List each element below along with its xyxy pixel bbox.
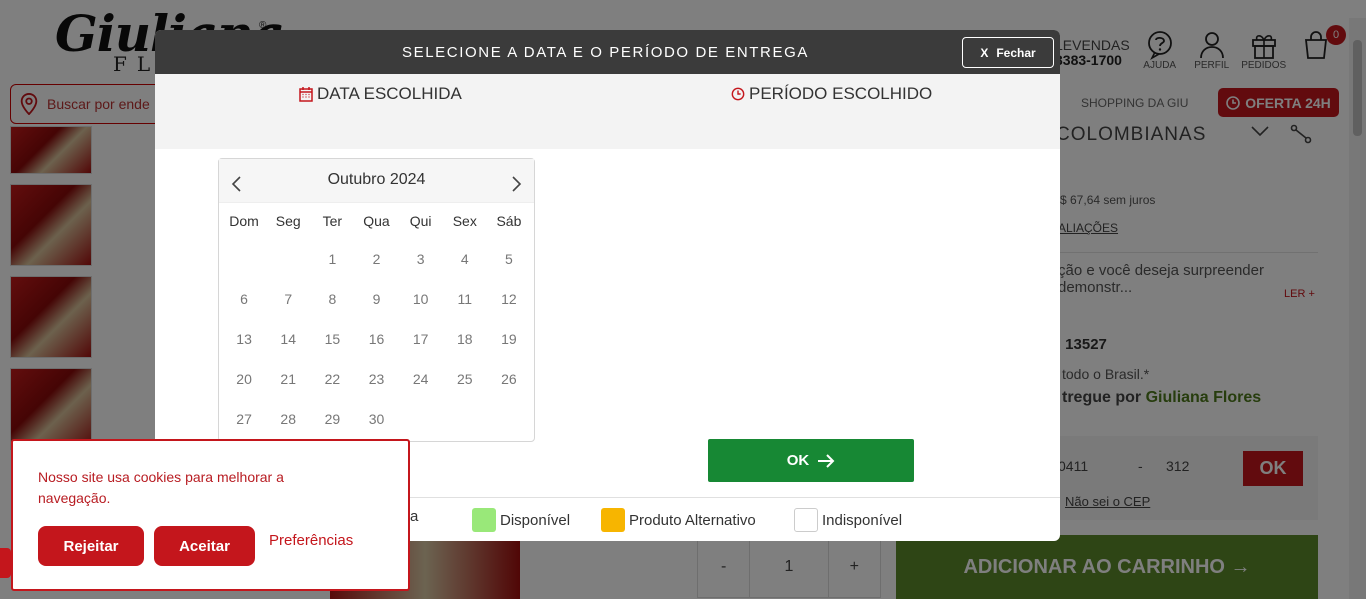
calendar-day[interactable]: 20 [222, 359, 266, 399]
calendar-day[interactable]: 11 [443, 279, 487, 319]
calendar-day[interactable]: 15 [310, 319, 354, 359]
ok-label: OK [786, 452, 810, 469]
delivery-calendar: Outubro 2024 Dom Seg Ter Qua Qui Sex Sáb 12345… [218, 158, 535, 442]
chosen-period-label: PERÍODO ESCOLHIDO [749, 84, 933, 103]
calendar-day[interactable]: 23 [354, 359, 398, 399]
calendar-day[interactable]: 30 [354, 399, 398, 439]
chosen-date: DATA ESCOLHIDA [299, 84, 462, 104]
calendar-day[interactable]: 3 [399, 239, 443, 279]
weekday-label: Qui [409, 213, 432, 229]
calendar-month: Outubro 2024 [327, 171, 426, 188]
weekday-header: Dom Seg Ter Qua Qui Sex Sáb [219, 203, 534, 239]
side-tab[interactable] [0, 548, 11, 578]
calendar-day[interactable]: 6 [222, 279, 266, 319]
calendar-day[interactable]: 22 [310, 359, 354, 399]
weekday-label: Sáb [496, 213, 522, 229]
weekday-label: Seg [275, 213, 301, 229]
close-icon: X [980, 45, 989, 60]
close-button[interactable]: X Fechar [962, 37, 1054, 68]
calendar-blank-cell [266, 239, 310, 279]
calendar-day[interactable]: 25 [443, 359, 487, 399]
legend-label: Indisponível [822, 511, 903, 529]
calendar-day[interactable]: 1 [310, 239, 354, 279]
clock-icon [731, 87, 745, 101]
calendar-day[interactable]: 26 [487, 359, 531, 399]
calendar-day[interactable]: 19 [487, 319, 531, 359]
legend-swatch [472, 508, 496, 532]
chosen-date-label: DATA ESCOLHIDA [317, 84, 462, 103]
calendar-day[interactable]: 14 [266, 319, 310, 359]
calendar-day[interactable]: 27 [222, 399, 266, 439]
chosen-period: PERÍODO ESCOLHIDO [731, 84, 932, 104]
accept-cookies-button[interactable]: Aceitar [154, 526, 255, 566]
weekday-label: Dom [229, 213, 259, 229]
calendar-day[interactable]: 16 [354, 319, 398, 359]
weekday-label: Qua [363, 213, 390, 229]
calendar-day[interactable]: 7 [266, 279, 310, 319]
calendar-day[interactable]: 10 [399, 279, 443, 319]
legend-label: Produto Alternativo [629, 511, 756, 529]
calendar-day[interactable]: 29 [310, 399, 354, 439]
calendar-day[interactable]: 18 [443, 319, 487, 359]
calendar-day[interactable]: 4 [443, 239, 487, 279]
calendar-day[interactable]: 17 [399, 319, 443, 359]
legend-alternative: Produto Alternativo [601, 508, 756, 532]
reject-cookies-button[interactable]: Rejeitar [38, 526, 144, 566]
calendar-icon [299, 87, 313, 102]
calendar-days: 1 2 3 4 5 6 7 8 9 10 11 12 13 14 15 16 17 18 19 20 21 22 23 24 2… [219, 239, 534, 439]
calendar-day[interactable]: 5 [487, 239, 531, 279]
legend-swatch [794, 508, 818, 532]
calendar-blank-cell [222, 239, 266, 279]
calendar-day[interactable]: 12 [487, 279, 531, 319]
modal-title: SELECIONE A DATA E O PERÍODO DE ENTREGA [402, 43, 809, 61]
weekday-label: Ter [322, 213, 343, 229]
cookie-message: Nosso site usa cookies para melhorar a n… [38, 469, 284, 506]
legend-unavailable: Indisponível [794, 508, 902, 532]
legend-label: Disponível [500, 511, 571, 529]
calendar-day[interactable]: 24 [399, 359, 443, 399]
calendar-day[interactable]: 28 [266, 399, 310, 439]
calendar-day[interactable]: 2 [354, 239, 398, 279]
chevron-right-icon[interactable] [509, 175, 523, 193]
calendar-day[interactable]: 9 [354, 279, 398, 319]
selection-summary: DATA ESCOLHIDA PERÍODO ESCOLHIDO [155, 74, 1060, 149]
calendar-day[interactable]: 8 [310, 279, 354, 319]
calendar-day[interactable]: 13 [222, 319, 266, 359]
calendar-day[interactable]: 21 [266, 359, 310, 399]
cookie-banner: Nosso site usa cookies para melhorar a n… [11, 439, 410, 591]
modal-header: SELECIONE A DATA E O PERÍODO DE ENTREGA … [155, 30, 1060, 74]
legend-available: Disponível [472, 508, 570, 532]
cookie-preferences-link[interactable]: Preferências [269, 532, 353, 549]
calendar-header: Outubro 2024 [219, 159, 534, 203]
confirm-ok-button[interactable]: OK [708, 439, 914, 482]
legend-swatch [601, 508, 625, 532]
weekday-label: Sex [452, 213, 477, 229]
arrow-right-icon [818, 453, 835, 468]
close-label: Fechar [996, 45, 1036, 60]
